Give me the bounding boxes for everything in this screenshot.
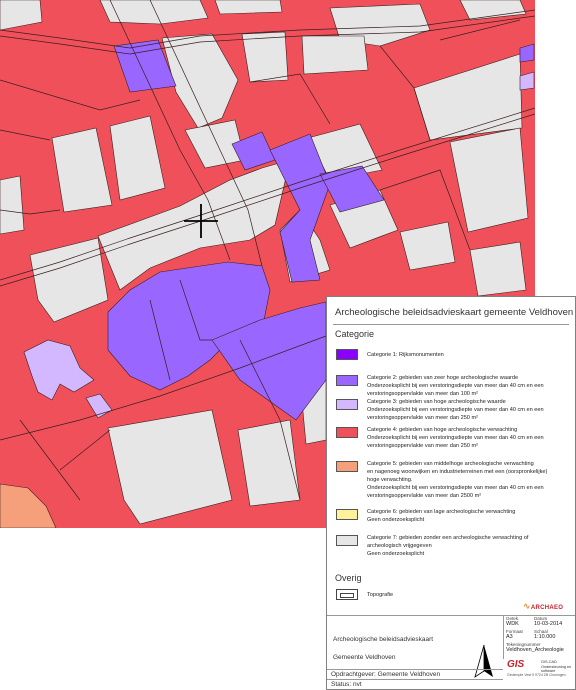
topografie-swatch [336, 589, 358, 600]
parcel-cat7 [301, 35, 369, 75]
opdrachtgever: Opdrachtgever: Gemeente Veldhoven [331, 671, 441, 678]
legend-label-line: archeologisch vrijgegeven [367, 543, 432, 549]
legend-label-cat6: Categorie 6: gebieden van lage archeolog… [367, 508, 567, 524]
meta-grid: Getek. WDK Datum 10-03-2014 Formaat A3 S… [503, 615, 576, 659]
legend-swatch-cat6 [336, 509, 358, 520]
legend-label-cat1: Categorie 1: Rijksmonumenten [367, 351, 567, 359]
legend-swatch-cat5 [336, 461, 358, 472]
status: Status: nvt [331, 681, 362, 688]
title-block-divider [327, 679, 503, 680]
legend-label-line: Geen onderzoeksplicht [367, 551, 425, 557]
parcel-cat7 [241, 31, 289, 83]
legend-swatch-cat3 [336, 399, 358, 410]
legend-title: Archeologische beleidsadvieskaart gemeen… [335, 307, 574, 318]
legend-label-line: verstoringsoppervlakte van meer dan 100 … [367, 391, 478, 397]
legend-label-line: en nagenoeg woonwijken en industrieterre… [367, 469, 548, 475]
archaeo-logo: ∿ARCHAEO [523, 601, 564, 611]
legend-label-line: Onderzoeksplicht bij een verstoringsdiep… [367, 407, 544, 413]
legend-label-line: Onderzoeksplicht bij een verstoringsdiep… [367, 485, 544, 491]
legend-label-line: hoge verwachting. [367, 477, 413, 483]
parcel-cat7 [469, 241, 527, 297]
legend-section-categorie: Categorie [335, 329, 375, 339]
legend-label-line: Categorie 5: gebieden van middelhoge arc… [367, 461, 534, 467]
legend-label-line: Geen onderzoeksplicht [367, 517, 425, 523]
north-arrow-icon [473, 643, 495, 681]
drawing-title: Archeologische beleidsadvieskaart [333, 636, 434, 643]
legend-label-line: Categorie 3: gebieden van hoge archeolog… [367, 399, 506, 405]
meta-formaat: Formaat A3 [506, 629, 523, 640]
legend-label-cat3: Categorie 3: gebieden van hoge archeolog… [367, 398, 567, 422]
legend-label-line: Categorie 2: gebieden van zeer hoge arch… [367, 375, 519, 381]
legend-label-line: Onderzoeksplicht bij een verstoringsdiep… [367, 383, 544, 389]
legend-label-line: Categorie 1: Rijksmonumenten [367, 352, 444, 358]
legend-label-cat4: Categorie 4: gebieden van hoge archeolog… [367, 426, 567, 450]
legend-label-line: Categorie 7: gebieden zonder een archeol… [367, 535, 529, 541]
gis-logo: GIS GIS-CAD Ondersteuning en software Ge… [507, 659, 572, 677]
legend-swatch-cat4 [336, 427, 358, 438]
legend-label-line: verstoringsoppervlakte van meer dan 2500… [367, 493, 482, 499]
legend-label-line: Categorie 4: gebieden van hoge archeolog… [367, 427, 518, 433]
meta-tekeningnummer: Tekeningnummer Veldhoven_Archeologie [506, 642, 564, 653]
legend-label-line: verstoringsoppervlakte van meer dan 250 … [367, 443, 478, 449]
legend-swatch-cat7 [336, 535, 358, 546]
legend-label-cat7: Categorie 7: gebieden zonder een archeol… [367, 534, 567, 558]
legend-label-cat5: Categorie 5: gebieden van middelhoge arc… [367, 460, 567, 500]
legend-label-line: Categorie 6: gebieden van lage archeolog… [367, 509, 516, 515]
topografie-label: Topografie [367, 592, 394, 598]
legend-label-line: verstoringsoppervlakte van meer dan 250 … [367, 415, 478, 421]
meta-getek: Getek. WDK [506, 616, 520, 627]
legend-label-cat2: Categorie 2: gebieden van zeer hoge arch… [367, 374, 567, 398]
legend-panel: Archeologische beleidsadvieskaart gemeen… [326, 296, 576, 690]
legend-swatch-cat1 [336, 349, 358, 360]
title-block-divider [327, 669, 503, 670]
meta-schaal: Schaal 1:10.000 [534, 629, 556, 640]
parcel-cat7 [0, 175, 25, 235]
legend-swatch-cat2 [336, 375, 358, 386]
legend-label-line: Onderzoeksplicht bij een verstoringsdiep… [367, 435, 544, 441]
parcel-cat7 [214, 0, 283, 15]
meta-datum: Datum 10-03-2014 [534, 616, 563, 627]
drawing-subtitle: Gemeente Veldhoven [333, 654, 396, 661]
divider [333, 324, 569, 325]
legend-section-overig: Overig [335, 573, 362, 583]
